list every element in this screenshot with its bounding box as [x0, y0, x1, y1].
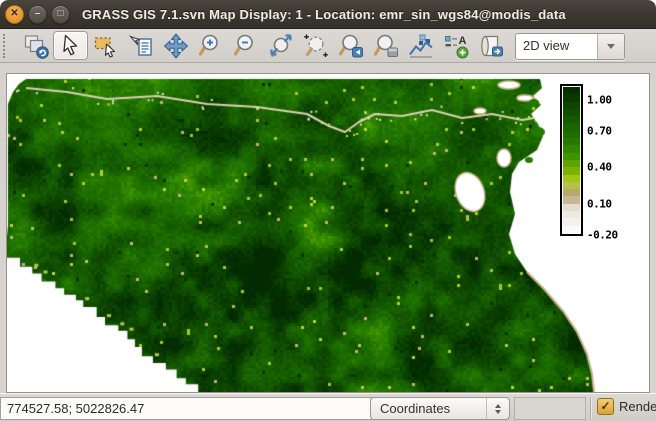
view-mode-dropdown[interactable]: 2D view — [515, 33, 625, 60]
coordinate-display[interactable]: 774527.58; 5022826.47 — [0, 397, 372, 420]
select-features-icon — [93, 33, 119, 59]
pointer-tool-button[interactable] — [53, 31, 88, 60]
zoom-options-button[interactable] — [368, 31, 403, 60]
pointer-icon — [58, 33, 84, 59]
save-display-icon — [478, 33, 504, 59]
statusbar-mode-dropdown[interactable]: Coordinates — [370, 397, 510, 420]
analyze-map-button[interactable] — [403, 31, 438, 60]
spinner-arrows-icon[interactable] — [486, 398, 509, 419]
checkbox-checked-icon[interactable]: ✓ — [597, 398, 614, 415]
pan-icon — [163, 33, 189, 59]
render-checkbox-label: Rende — [619, 399, 656, 414]
statusbar-separator — [590, 397, 592, 419]
minimize-button[interactable]: – — [28, 5, 47, 24]
zoom-in-icon — [198, 33, 224, 59]
render-map-icon — [23, 33, 49, 59]
pan-tool-button[interactable] — [158, 31, 193, 60]
legend-label: 0.40 — [587, 161, 612, 174]
view-mode-value: 2D view — [516, 34, 597, 59]
save-display-button[interactable] — [473, 31, 508, 60]
grass-map-display-window: ✕ – □ GRASS GIS 7.1.svn Map Display: 1 -… — [0, 0, 656, 421]
legend-label: 0.70 — [587, 124, 612, 137]
zoom-in-button[interactable] — [193, 31, 228, 60]
window-controls: ✕ – □ — [0, 5, 70, 24]
legend-colorbar — [560, 84, 583, 236]
add-map-elements-button[interactable]: A — [438, 31, 473, 60]
map-display-area: 1.00 0.70 0.40 0.10 -0.20 — [0, 63, 656, 393]
add-map-elements-icon: A — [443, 33, 469, 59]
zoom-out-button[interactable] — [228, 31, 263, 60]
maximize-button[interactable]: □ — [51, 5, 70, 24]
legend-label: 0.10 — [587, 197, 612, 210]
zoom-back-button[interactable] — [333, 31, 368, 60]
query-tool-button[interactable] — [123, 31, 158, 60]
zoom-options-icon — [373, 33, 399, 59]
window-title: GRASS GIS 7.1.svn Map Display: 1 - Locat… — [82, 7, 566, 22]
zoom-back-icon — [338, 33, 364, 59]
statusbar: 774527.58; 5022826.47 Coordinates ✓ Rend… — [0, 393, 656, 421]
ndvi-raster-layer — [7, 74, 649, 392]
render-checkbox[interactable]: ✓ Rende — [597, 398, 656, 415]
zoom-extent-button[interactable] — [263, 31, 298, 60]
map-legend: 1.00 0.70 0.40 0.10 -0.20 — [560, 84, 645, 244]
svg-text:A: A — [458, 35, 466, 47]
map-toolbar: A 2D view — [0, 29, 656, 63]
select-features-button[interactable] — [88, 31, 123, 60]
map-canvas[interactable]: 1.00 0.70 0.40 0.10 -0.20 — [6, 73, 650, 393]
legend-label: 1.00 — [587, 94, 612, 107]
zoom-out-icon — [233, 33, 259, 59]
dropdown-button[interactable] — [597, 34, 624, 59]
maximize-icon: □ — [57, 9, 63, 19]
query-icon — [128, 33, 154, 59]
zoom-region-button[interactable] — [298, 31, 333, 60]
minimize-icon: – — [35, 9, 41, 19]
render-map-button[interactable] — [18, 31, 53, 60]
statusbar-mode-value: Coordinates — [371, 401, 486, 416]
close-icon: ✕ — [10, 9, 18, 19]
titlebar[interactable]: ✕ – □ GRASS GIS 7.1.svn Map Display: 1 -… — [0, 0, 656, 29]
zoom-extent-icon — [268, 33, 294, 59]
toolbar-grip[interactable] — [3, 34, 9, 58]
legend-label: -0.20 — [587, 229, 618, 242]
zoom-region-icon — [303, 33, 329, 59]
progress-area — [514, 397, 586, 420]
close-button[interactable]: ✕ — [5, 5, 24, 24]
analyze-map-icon — [408, 33, 434, 59]
chevron-down-icon — [607, 44, 615, 49]
